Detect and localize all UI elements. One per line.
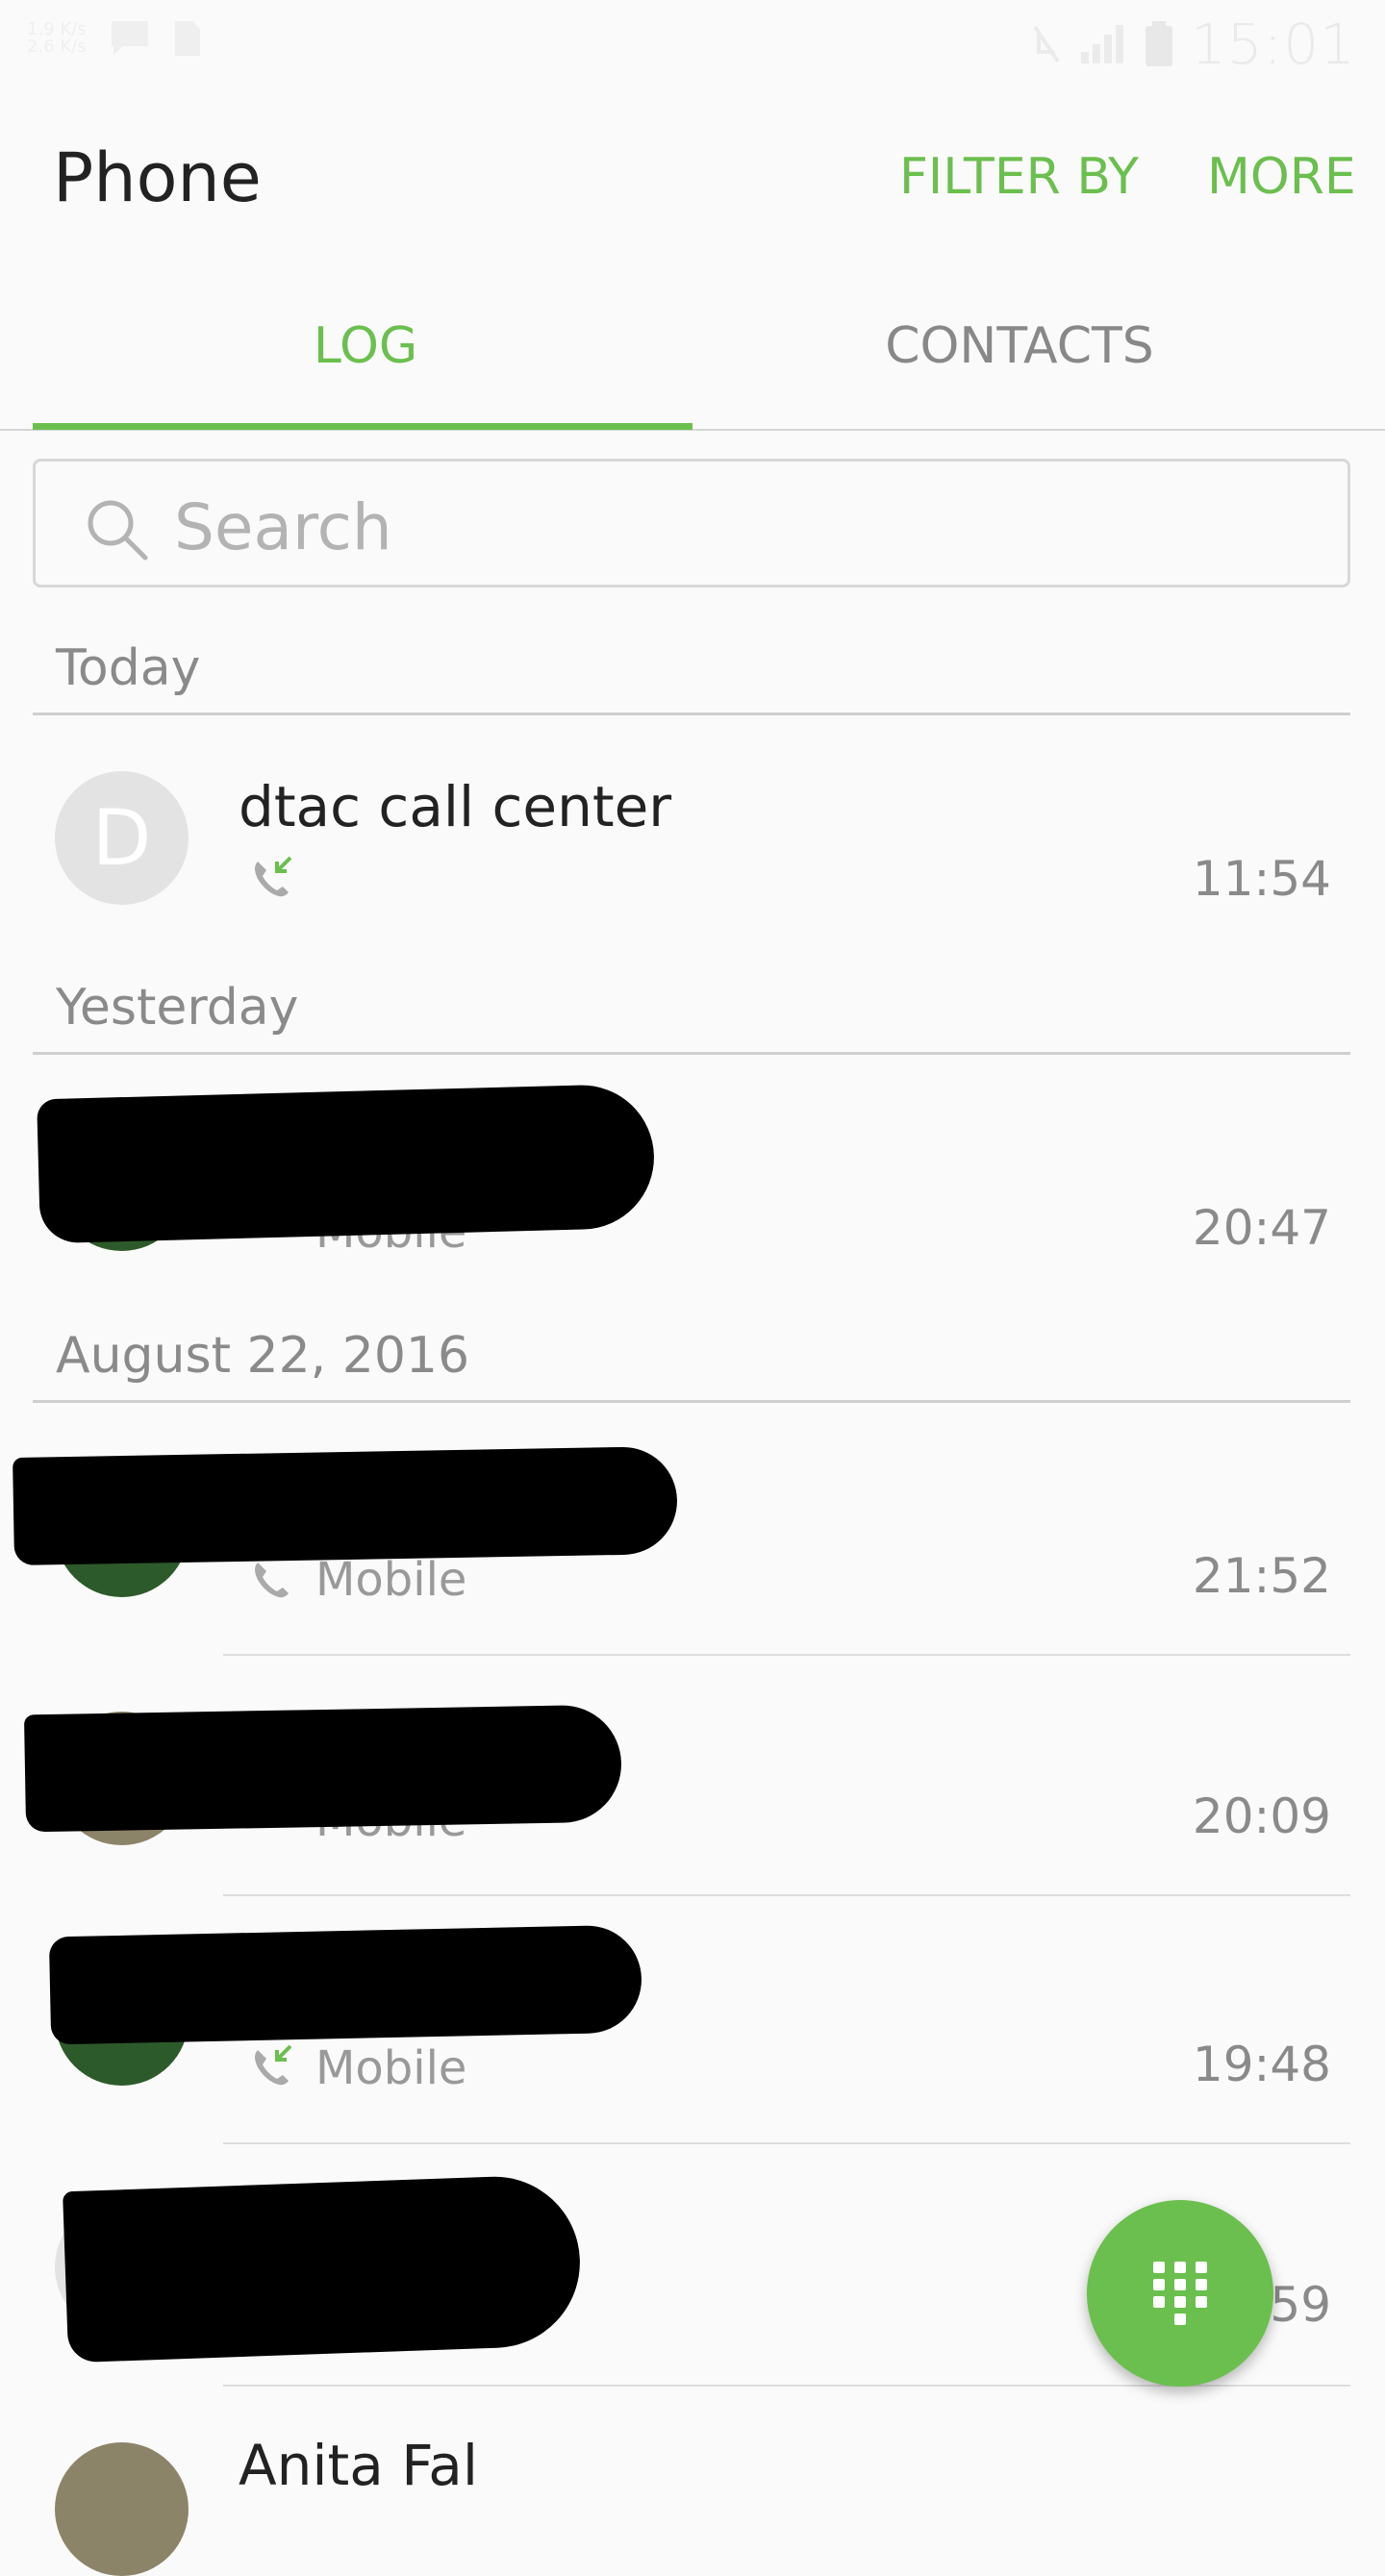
row-divider	[223, 2142, 1350, 2144]
call-time: 20:47	[1192, 1200, 1331, 1256]
search-input[interactable]: Search	[33, 459, 1350, 588]
search-placeholder: Search	[174, 490, 392, 564]
avatar: D	[55, 771, 189, 905]
sim-card-icon	[174, 21, 200, 56]
app-title: Phone	[53, 138, 262, 217]
dialpad-icon	[1153, 2262, 1207, 2325]
section-header-aug-22: August 22, 2016	[56, 1327, 470, 1385]
call-type: Mobile	[315, 1553, 467, 1607]
section-divider	[33, 1400, 1350, 1403]
status-time: 15:01	[1190, 12, 1356, 77]
status-right: 15:01	[1029, 12, 1356, 77]
section-header-today: Today	[56, 639, 201, 697]
call-type: Mobile	[315, 2041, 467, 2095]
call-time: 21:52	[1192, 1548, 1331, 1604]
phone-icon	[255, 1563, 289, 1598]
tab-contacts[interactable]: CONTACTS	[692, 317, 1347, 375]
call-name: Anita Fal	[239, 2433, 478, 2498]
row-divider	[223, 1894, 1350, 1896]
section-divider	[33, 713, 1350, 715]
status-left: 1.9 K/s 2.6 K/s	[27, 19, 202, 58]
redaction-scribble	[37, 1083, 656, 1244]
incoming-call-icon	[255, 2044, 292, 2086]
tab-log[interactable]: LOG	[38, 317, 692, 375]
net-speed-down: 2.6 K/s	[27, 37, 87, 57]
call-name: dtac call center	[239, 774, 672, 839]
section-divider	[33, 1052, 1350, 1055]
status-bar: 1.9 K/s 2.6 K/s 15:01	[0, 0, 1385, 85]
redaction-scribble	[13, 1445, 678, 1566]
redaction-scribble	[48, 1924, 643, 2045]
more-button[interactable]: MORE	[1207, 148, 1356, 206]
avatar	[55, 2442, 189, 2576]
call-time: 19:48	[1192, 2037, 1331, 2092]
mute-icon	[1033, 25, 1060, 63]
dialpad-button[interactable]	[1087, 2200, 1273, 2387]
redaction-scribble	[63, 2173, 583, 2363]
message-icon	[111, 21, 148, 55]
redaction-scribble	[23, 1704, 623, 1833]
network-speed: 1.9 K/s 2.6 K/s	[27, 21, 87, 56]
call-time: 20:09	[1192, 1788, 1331, 1844]
row-divider	[223, 1654, 1350, 1656]
search-icon	[88, 500, 148, 561]
incoming-call-icon	[255, 856, 292, 897]
tab-indicator	[33, 423, 692, 430]
section-header-yesterday: Yesterday	[56, 979, 299, 1037]
signal-icon	[1080, 25, 1123, 63]
battery-icon	[1145, 21, 1172, 66]
call-time: 11:54	[1192, 851, 1331, 907]
filter-by-button[interactable]: FILTER BY	[899, 148, 1139, 206]
